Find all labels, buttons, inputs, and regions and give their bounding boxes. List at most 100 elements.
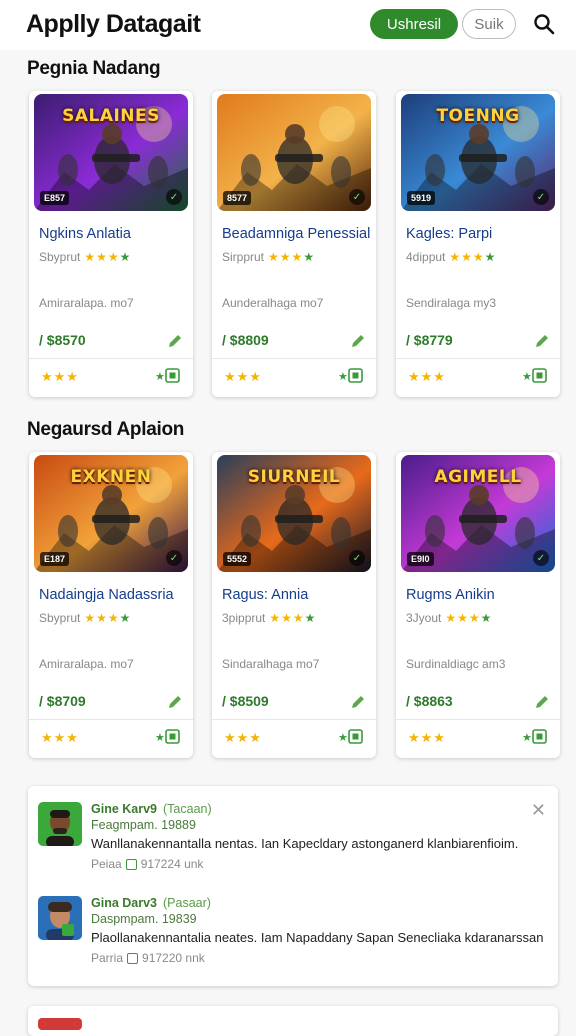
notification-subtitle: Feagmpam. 19889 [91,818,196,832]
price: / $8809 [222,332,269,348]
thumbnail-badge: 5552 [223,552,252,566]
game-thumbnail[interactable]: AGIMELL E9I0 ✓ [401,455,555,572]
svg-text:★: ★ [522,731,532,744]
divider [396,719,560,720]
add-to-library-icon[interactable]: ★ [338,728,364,746]
price-row: / $8863 [406,693,550,713]
notification-meta: Parria 917220 nnk [91,951,205,965]
divider [212,719,376,720]
notification-sender: Gine Karv9 (Tacaan) [91,802,212,816]
game-title[interactable]: Beadamniga Penessial [222,226,370,242]
price-row: / $8509 [222,693,366,713]
price-row: / $8779 [406,332,550,352]
rating-stars: ★★★★ [84,250,132,264]
game-meta: Sirpprut ★★★★ [222,250,316,264]
divider [396,358,560,359]
add-to-library-icon[interactable]: ★ [522,367,548,385]
rating-stars: ★★★ [224,369,262,384]
avatar [38,896,82,940]
game-thumbnail[interactable]: SALAINES E857 ✓ [34,94,188,211]
rating-stars: ★★★★ [268,250,316,264]
game-meta: Sbyprut ★★★★ [39,611,132,625]
thumbnail-title: SIURNEIL [247,467,341,487]
game-card[interactable]: TOENNG 5919 ✓ Kagles: Parpi 4dipput ★★★★… [396,91,560,397]
game-thumbnail[interactable]: 8577 ✓ [217,94,371,211]
rating-stars: ★★★★ [445,611,493,625]
add-to-library-icon[interactable]: ★ [155,367,181,385]
edit-icon[interactable] [350,694,366,710]
add-to-library-icon[interactable]: ★ [155,728,181,746]
thumbnail-title: EXKNEN [70,467,152,487]
svg-text:★: ★ [522,370,532,383]
rating-stars: ★★★★ [84,611,132,625]
svg-text:★: ★ [155,370,165,383]
divider [29,719,193,720]
section-title: Negaursd Aplaion [27,419,185,440]
rating-stars: ★★★ [41,369,79,384]
section-title: Pegnia Nadang [27,58,161,79]
thumbnail-badge: 8577 [223,191,252,205]
add-to-library-icon[interactable]: ★ [338,367,364,385]
game-description: Amiraralapa. mo7 [39,296,134,310]
divider [29,358,193,359]
price: / $8863 [406,693,453,709]
notification-message: Plaollanakennantalia neates. Iam Napadda… [91,930,544,945]
game-meta: 3pipprut ★★★★ [222,611,317,625]
square-icon [127,952,139,964]
game-description: Sindaralhaga mo7 [222,657,320,671]
thumbnail-title: AGIMELL [434,467,522,487]
game-description: Amiraralapa. mo7 [39,657,134,671]
edit-icon[interactable] [167,694,183,710]
rating-stars: ★★★ [224,730,262,745]
next-card-preview [28,1006,558,1036]
thumbnail-badge: 5919 [407,191,436,205]
price-row: / $8809 [222,332,366,352]
price: / $8709 [39,693,86,709]
thumbnail-badge: E9I0 [407,552,434,566]
thumbnail-title: SALAINES [62,106,160,126]
game-title[interactable]: Nadaingja Nadassria [39,587,174,603]
game-title[interactable]: Rugms Anikin [406,587,495,603]
edit-icon[interactable] [534,694,550,710]
notification-subtitle: Daspmpam. 19839 [91,912,197,926]
svg-text:★: ★ [338,731,348,744]
check-icon: ✓ [349,189,365,205]
add-to-library-icon[interactable]: ★ [522,728,548,746]
game-title[interactable]: Ngkins Anlatia [39,226,131,242]
game-thumbnail[interactable]: SIURNEIL 5552 ✓ [217,455,371,572]
svg-text:★: ★ [155,731,165,744]
game-card[interactable]: 8577 ✓ Beadamniga Penessial Sirpprut ★★★… [212,91,376,397]
game-card[interactable]: SALAINES E857 ✓ Ngkins Anlatia Sbyprut ★… [29,91,193,397]
search-icon[interactable] [532,12,556,36]
game-description: Aunderalhaga mo7 [222,296,324,310]
rating-stars: ★★★★ [269,611,317,625]
edit-icon[interactable] [534,333,550,349]
game-card[interactable]: SIURNEIL 5552 ✓ Ragus: Annia 3pipprut ★★… [212,452,376,758]
price: / $8779 [406,332,453,348]
tab-ushresil[interactable]: Ushresil [370,9,458,39]
thumbnail-title: TOENNG [436,106,520,126]
notification-item[interactable]: Gine Karv9 (Tacaan) Feagmpam. 19889 Wanll… [38,798,548,878]
check-icon: ✓ [166,189,182,205]
game-title[interactable]: Ragus: Annia [222,587,308,603]
game-description: Sendiralaga my3 [406,296,497,310]
notifications-panel: ✕ Gine Karv9 (Tacaan) Feagmpam. 19889 Wan… [28,786,558,986]
tab-suik[interactable]: Suik [462,9,516,39]
game-thumbnail[interactable]: TOENNG 5919 ✓ [401,94,555,211]
game-meta: Sbyprut ★★★★ [39,250,132,264]
check-icon: ✓ [166,550,182,566]
status-badge [38,1018,82,1030]
game-thumbnail[interactable]: EXKNEN E187 ✓ [34,455,188,572]
edit-icon[interactable] [167,333,183,349]
divider [212,358,376,359]
check-icon: ✓ [533,189,549,205]
game-card[interactable]: AGIMELL E9I0 ✓ Rugms Anikin 3Jyout ★★★★ … [396,452,560,758]
rating-stars: ★★★★ [449,250,497,264]
check-icon: ✓ [349,550,365,566]
game-card[interactable]: EXKNEN E187 ✓ Nadaingja Nadassria Sbypru… [29,452,193,758]
square-icon [125,858,137,870]
notification-item[interactable]: Gina Darv3 (Pasaar) Daspmpam. 19839 Plaol… [38,892,548,972]
notification-sender: Gina Darv3 (Pasaar) [91,896,211,910]
game-title[interactable]: Kagles: Parpi [406,226,492,242]
edit-icon[interactable] [350,333,366,349]
